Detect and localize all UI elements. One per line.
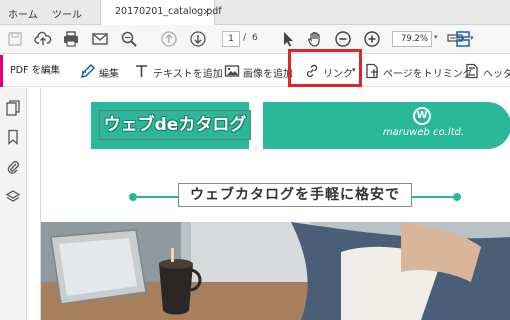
tab-home[interactable]: ホーム [8,6,38,21]
pdf-page: ウェブdeカタログ W maruweb co.ltd. ウェブカタログを手軽に格… [40,88,510,320]
save-icon[interactable] [6,30,24,48]
add-text-label: テキストを追加 [153,69,223,80]
tab-tools[interactable]: ツール [52,6,82,21]
text-add-icon [134,63,150,79]
edit-pdf-toolbar: PDF を編集 編集 テキストを追加 画像を追加 リンク ▾ ページをトリミング [0,55,510,87]
add-image-button[interactable]: 画像を追加 [224,55,293,87]
crop-page-label: ページをトリミング [383,69,473,80]
logo-text: maruweb co.ltd. [382,127,465,138]
main-toolbar: 1 / 6 79.2% ▾ ▾ [0,25,510,54]
heading-right-dot [453,193,461,201]
add-image-label: 画像を追加 [243,69,293,80]
navigation-sidebar [0,88,27,320]
hero-photo [41,222,510,320]
section-heading[interactable]: ウェブカタログを手軽に格安で [178,183,412,207]
pdf-edit-label: PDF を編集 [0,55,68,87]
zoom-in-icon[interactable] [363,30,381,48]
link-highlight-box [288,49,362,87]
cloud-upload-icon[interactable] [34,30,52,48]
tab-document[interactable]: 20170201_catalog.pdf × [100,0,222,25]
add-text-button[interactable]: テキストを追加 [134,55,223,87]
close-tab-icon[interactable]: × [202,5,211,18]
page-total: 6 [252,33,258,43]
layout-dropdown-icon[interactable]: ▾ [470,34,474,42]
header-footer-label: ヘッダー [483,69,510,80]
attachment-icon[interactable] [5,159,21,175]
zoom-dropdown-icon[interactable]: ▾ [434,33,438,41]
pages-icon[interactable] [5,100,21,116]
print-icon[interactable] [62,30,80,48]
heading-left-line [133,196,179,198]
page-up-icon[interactable] [160,30,178,48]
zoom-out-icon[interactable] [334,30,352,48]
header-footer-icon [464,63,480,79]
company-logo: W maruweb co.ltd. [381,102,466,149]
banner-title[interactable]: ウェブdeカタログ [99,110,251,140]
edit-tool-button[interactable]: 編集 [80,55,122,87]
image-add-icon [224,63,240,79]
zoom-level-field[interactable]: 79.2% [392,31,432,47]
select-cursor-icon[interactable] [279,30,297,48]
crop-page-button[interactable]: ページをトリミング [364,55,473,87]
heading-right-line [411,196,457,198]
page-down-icon[interactable] [189,30,207,48]
page-number-input[interactable]: 1 [222,31,240,47]
header-footer-button[interactable]: ヘッダー [464,55,510,87]
edit-icon [80,63,96,79]
document-view[interactable]: ウェブdeカタログ W maruweb co.ltd. ウェブカタログを手軽に格… [28,88,510,320]
bookmark-icon[interactable] [5,129,21,145]
crop-page-icon [364,63,380,79]
edit-tool-label: 編集 [99,69,119,80]
hand-icon[interactable] [306,30,324,48]
logo-mark: W [413,107,431,125]
layers-icon[interactable] [5,189,21,205]
email-icon[interactable] [91,30,109,48]
page-separator: / [243,33,247,43]
tab-bar: ホーム ツール 20170201_catalog.pdf × [0,0,510,25]
hero-photo-illustration [41,222,510,320]
zoom-out-search-icon[interactable] [120,30,138,48]
